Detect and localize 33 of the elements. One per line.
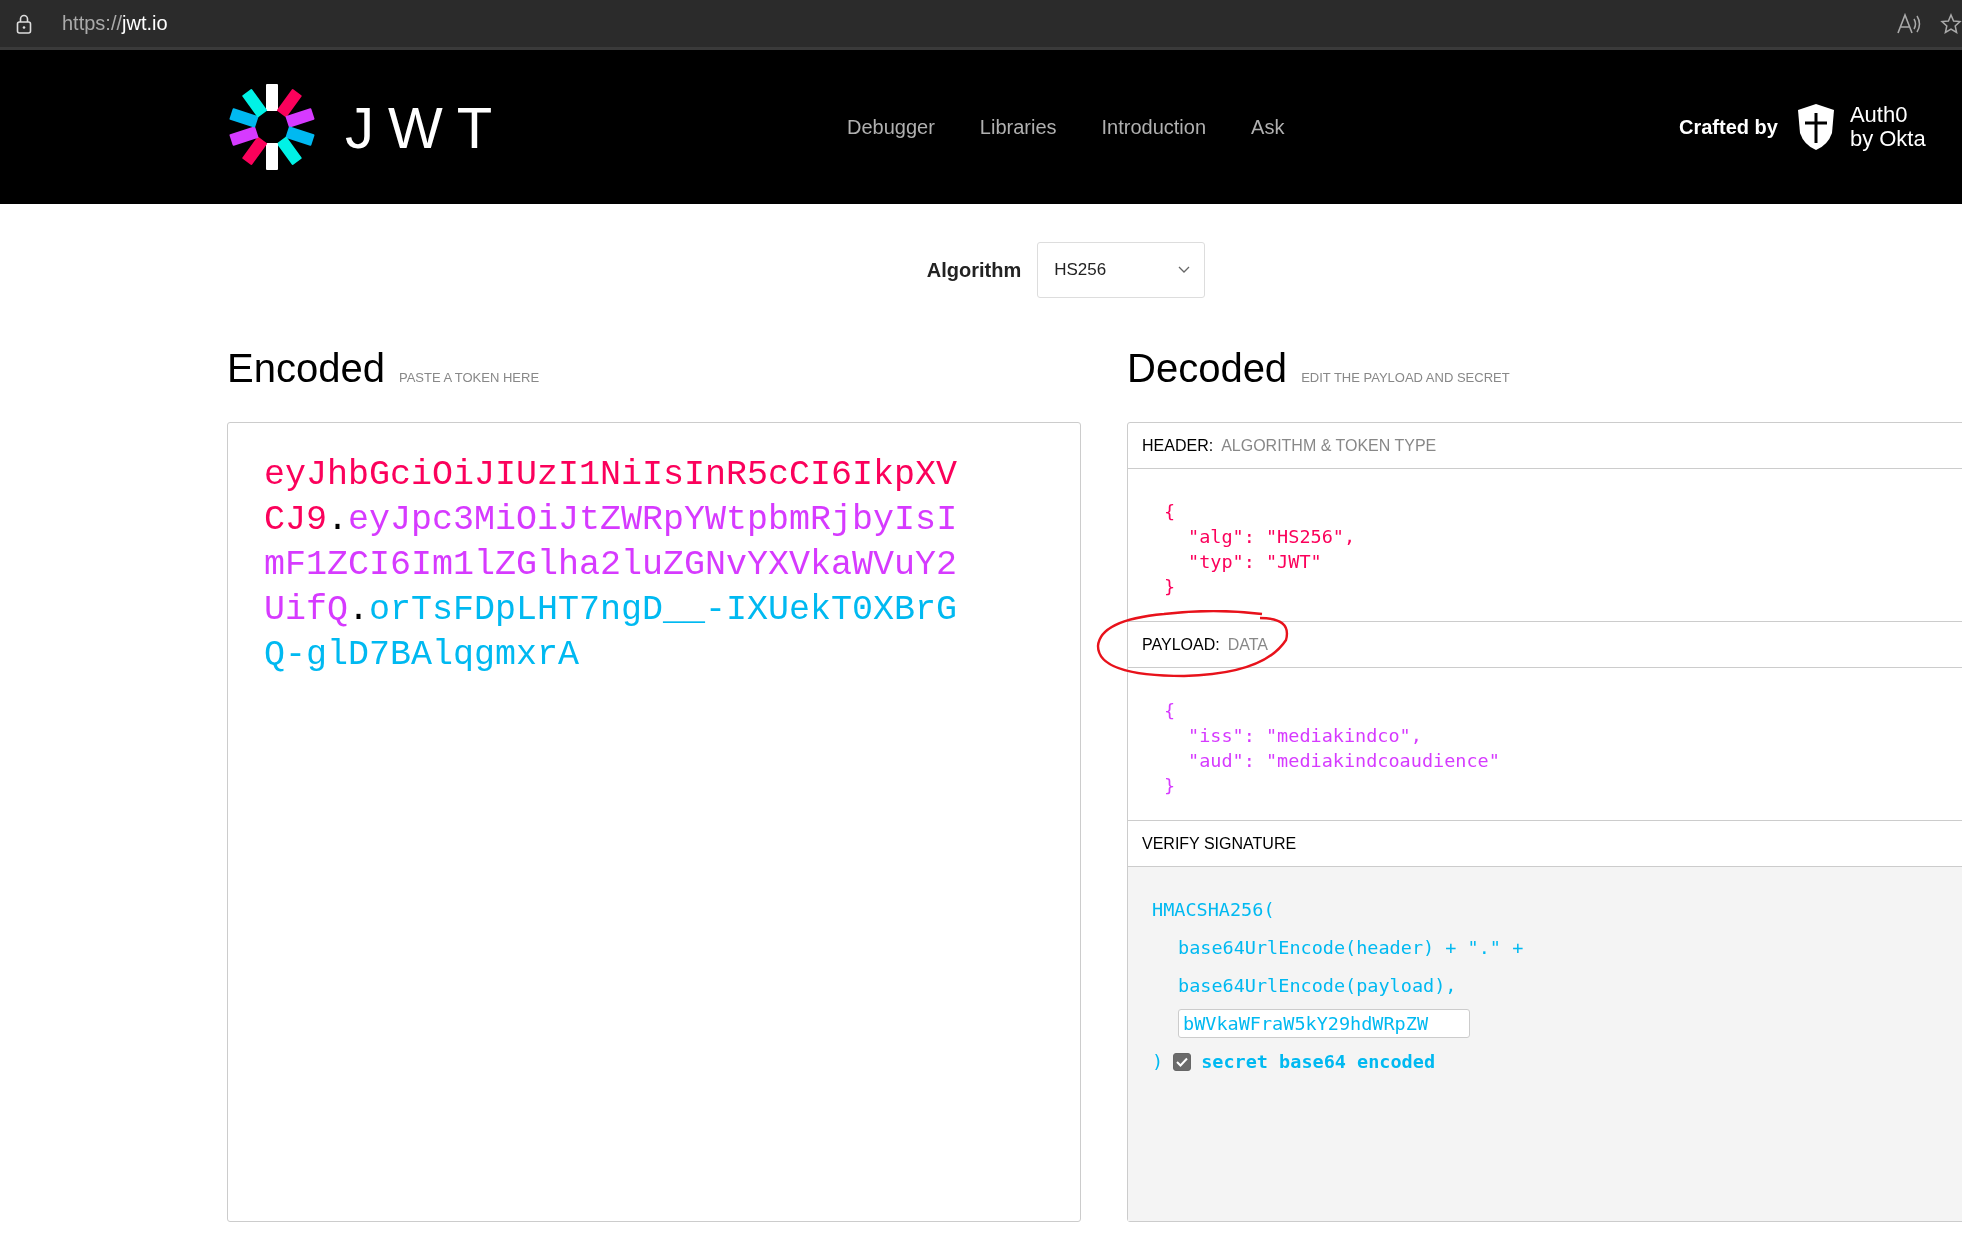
code-line: HMACSHA256( <box>1152 898 1276 922</box>
brand-name[interactable]: Auth0 <box>1849 103 1926 127</box>
code-line: base64UrlEncode(header) + "." + <box>1177 936 1525 960</box>
algorithm-label: Algorithm <box>926 258 1022 282</box>
section-title: VERIFY SIGNATURE <box>1142 834 1297 853</box>
address-bar-url[interactable]: https://jwt.io <box>62 12 168 35</box>
token-input[interactable]: eyJhbGciOiJIUzI1NiIsInR5cCI6IkpXVCJ9.eyJpc3MiOiJtZWRpYWtpbmRjbyIsImF1ZCI6Im1lZGlha2luZGNvYXVkaWVuY2UifQ.orTsFDpLHT7ngD__-IXUekT0XBrGQ-glD7BAlqgmxrA <box>227 422 1081 1222</box>
section-subtitle: DATA <box>1227 635 1268 654</box>
nav-link[interactable]: Ask <box>1251 115 1285 139</box>
code-line: base64UrlEncode(payload), <box>1177 974 1458 998</box>
nav-link[interactable]: Debugger <box>847 115 935 139</box>
algorithm-select[interactable]: HS256 <box>1037 242 1206 298</box>
code-line: { <box>1164 699 1177 723</box>
code-line: "typ": "JWT" <box>1187 550 1323 574</box>
section-title: PAYLOAD: <box>1142 635 1220 654</box>
encoded-title: Encoded <box>227 346 385 391</box>
code-line: } <box>1164 774 1177 798</box>
crafted-by-label: Crafted by <box>1679 115 1778 139</box>
section-subtitle: ALGORITHM & TOKEN TYPE <box>1221 436 1437 455</box>
encoded-hint: PASTE A TOKEN HERE <box>398 370 540 385</box>
code-line: ) <box>1152 1050 1164 1074</box>
section-title: HEADER: <box>1142 436 1214 455</box>
code-line: { <box>1164 500 1177 524</box>
code-line: "iss": "mediakindco", <box>1187 724 1423 748</box>
nav-link[interactable]: Introduction <box>1101 115 1207 139</box>
decoded-title: Decoded <box>1127 346 1288 391</box>
code-line: } <box>1164 575 1177 599</box>
nav-link[interactable]: Libraries <box>979 115 1057 139</box>
brand-name[interactable]: by Okta <box>1849 127 1926 151</box>
code-line: "alg": "HS256", <box>1187 525 1357 549</box>
logo-wordmark[interactable]: JWT <box>345 93 507 161</box>
code-line: "aud": "mediakindcoaudience" <box>1187 749 1501 773</box>
decoded-hint: EDIT THE PAYLOAD AND SECRET <box>1301 370 1510 385</box>
